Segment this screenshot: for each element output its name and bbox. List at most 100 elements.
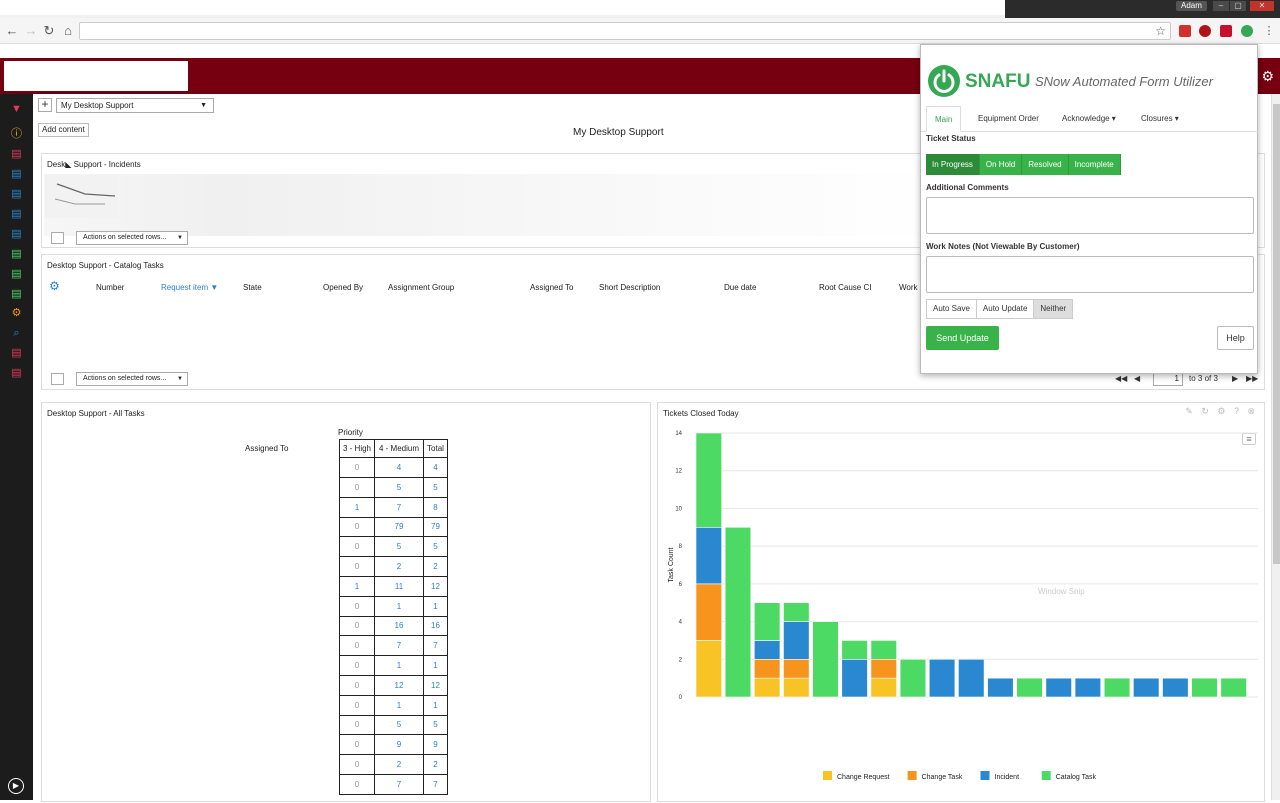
module-blue-icon-4[interactable]: ▤ xyxy=(10,228,23,241)
tab-closures[interactable]: Closures ▾ xyxy=(1133,106,1187,132)
pivot-cell[interactable]: 9 xyxy=(423,735,448,756)
address-bar[interactable]: ☆ xyxy=(79,22,1171,40)
column-request-item[interactable]: Request item ▼ xyxy=(161,283,218,292)
pivot-cell[interactable]: 7 xyxy=(374,774,424,795)
page-scrollbar[interactable] xyxy=(1271,94,1280,800)
extension-shield-icon[interactable] xyxy=(1220,25,1232,37)
send-update-button[interactable]: Send Update xyxy=(926,326,999,350)
info-icon[interactable]: ⓘ xyxy=(10,128,23,141)
pivot-cell[interactable]: 79 xyxy=(374,517,424,538)
pivot-cell[interactable]: 7 xyxy=(374,497,424,518)
module-blue-icon-1[interactable]: ▤ xyxy=(10,168,23,181)
column-opened-by[interactable]: Opened By xyxy=(323,283,363,292)
pivot-cell[interactable]: 7 xyxy=(423,636,448,657)
work-notes-field[interactable] xyxy=(926,256,1254,293)
pivot-cell[interactable]: 2 xyxy=(423,557,448,577)
pivot-cell[interactable]: 1 xyxy=(339,497,375,518)
tab-acknowledge[interactable]: Acknowledge ▾ xyxy=(1054,106,1124,132)
incidents-actions-select[interactable]: Actions on selected rows... ▼ xyxy=(76,231,188,245)
pivot-cell[interactable]: 5 xyxy=(423,537,448,558)
pivot-cell[interactable]: 5 xyxy=(374,477,424,498)
module-green-icon-3[interactable]: ▤ xyxy=(10,288,23,301)
next-page-button[interactable]: ▶ xyxy=(1232,374,1238,383)
pivot-cell[interactable]: 1 xyxy=(423,656,448,676)
additional-comments-field[interactable] xyxy=(926,197,1254,234)
last-page-button[interactable]: ▶▶ xyxy=(1246,374,1258,383)
forward-icon[interactable]: → xyxy=(23,23,39,39)
reload-icon[interactable]: ↻ xyxy=(41,23,57,39)
pivot-cell[interactable]: 7 xyxy=(374,636,424,657)
pivot-cell[interactable]: 1 xyxy=(374,596,424,617)
pivot-cell[interactable]: 5 xyxy=(374,537,424,558)
pivot-cell[interactable]: 12 xyxy=(423,675,448,696)
column-number[interactable]: Number xyxy=(96,283,124,292)
column-short-description[interactable]: Short Description xyxy=(599,283,660,292)
scrollbar-thumb[interactable] xyxy=(1273,104,1280,564)
pivot-cell[interactable]: 2 xyxy=(423,755,448,775)
pivot-cell[interactable]: 16 xyxy=(423,616,448,637)
extension-mail-icon[interactable] xyxy=(1179,25,1191,37)
add-dashboard-button[interactable]: + xyxy=(38,98,52,112)
pivot-cell[interactable]: 9 xyxy=(374,735,424,756)
pivot-cell[interactable]: 1 xyxy=(423,596,448,617)
pivot-cell[interactable]: 16 xyxy=(374,616,424,637)
column-assigned-to[interactable]: Assigned To xyxy=(530,283,573,292)
pivot-cell[interactable]: 12 xyxy=(423,576,448,597)
module-green-icon-2[interactable]: ▤ xyxy=(10,268,23,281)
pivot-cell[interactable]: 11 xyxy=(374,576,424,597)
column-due-date[interactable]: Due date xyxy=(724,283,756,292)
catalog-actions-select[interactable]: Actions on selected rows... ▼ xyxy=(76,372,188,386)
pivot-cell[interactable]: 2 xyxy=(374,755,424,775)
pivot-cell[interactable]: 5 xyxy=(423,715,448,736)
pivot-cell[interactable]: 2 xyxy=(374,557,424,577)
column-work-notes[interactable]: Work I xyxy=(899,283,922,292)
module-red-icon[interactable]: ▤ xyxy=(10,148,23,161)
pivot-cell[interactable]: 1 xyxy=(423,695,448,716)
module-search-icon[interactable]: ⌕ xyxy=(10,327,23,340)
status-incomplete-button[interactable]: Incomplete xyxy=(1068,154,1121,175)
auto-update-button[interactable]: Auto Update xyxy=(975,299,1035,319)
neither-button[interactable]: Neither xyxy=(1033,299,1074,319)
help-button[interactable]: Help xyxy=(1217,326,1254,350)
browser-user-chip[interactable]: Adam xyxy=(1176,1,1207,11)
minimize-button[interactable]: – xyxy=(1213,1,1229,11)
select-all-checkbox[interactable] xyxy=(51,232,64,244)
module-blue-icon-3[interactable]: ▤ xyxy=(10,208,23,221)
column-assignment-group[interactable]: Assignment Group xyxy=(388,283,454,292)
play-icon[interactable]: ▶ xyxy=(8,778,24,794)
pivot-cell[interactable]: 5 xyxy=(374,715,424,736)
tab-equipment-order[interactable]: Equipment Order xyxy=(970,106,1047,132)
status-resolved-button[interactable]: Resolved xyxy=(1022,154,1069,175)
column-state[interactable]: State xyxy=(243,283,262,292)
maximize-button[interactable]: ▢ xyxy=(1230,1,1246,11)
bookmark-star-icon[interactable]: ☆ xyxy=(1155,24,1166,38)
extension-ublock-icon[interactable] xyxy=(1199,25,1211,37)
add-content-button[interactable]: Add content xyxy=(38,123,89,137)
auto-save-button[interactable]: Auto Save xyxy=(926,299,977,319)
pivot-cell[interactable]: 4 xyxy=(423,458,448,478)
prev-page-button[interactable]: ◀ xyxy=(1134,374,1140,383)
pivot-cell[interactable]: 5 xyxy=(423,477,448,498)
filter-navigator-icon[interactable]: ▼ xyxy=(10,103,23,116)
module-pink-icon-1[interactable]: ▤ xyxy=(10,347,23,360)
page-number-input[interactable]: 1 xyxy=(1153,372,1183,386)
pivot-cell[interactable]: 79 xyxy=(423,517,448,538)
column-root-cause-ci[interactable]: Root Cause CI xyxy=(819,283,871,292)
select-all-checkbox[interactable] xyxy=(51,373,64,385)
extension-snafu-icon[interactable] xyxy=(1241,25,1253,37)
pivot-cell[interactable]: 4 xyxy=(374,458,424,478)
pivot-cell[interactable]: 1 xyxy=(374,656,424,676)
pivot-cell[interactable]: 1 xyxy=(339,576,375,597)
module-blue-icon-2[interactable]: ▤ xyxy=(10,188,23,201)
close-window-button[interactable]: ✕ xyxy=(1250,1,1274,11)
list-settings-gear-icon[interactable]: ⚙ xyxy=(49,279,60,293)
tab-main[interactable]: Main xyxy=(926,106,962,132)
dashboard-select[interactable]: My Desktop Support ▼ xyxy=(56,98,214,113)
browser-menu-icon[interactable]: ⋮ xyxy=(1261,23,1277,39)
pivot-cell[interactable]: 8 xyxy=(423,497,448,518)
company-logo[interactable] xyxy=(4,61,188,91)
back-icon[interactable]: ← xyxy=(4,23,20,39)
pivot-cell[interactable]: 7 xyxy=(423,774,448,795)
module-pink-icon-2[interactable]: ▤ xyxy=(10,367,23,380)
status-on-hold-button[interactable]: On Hold xyxy=(979,154,1023,175)
